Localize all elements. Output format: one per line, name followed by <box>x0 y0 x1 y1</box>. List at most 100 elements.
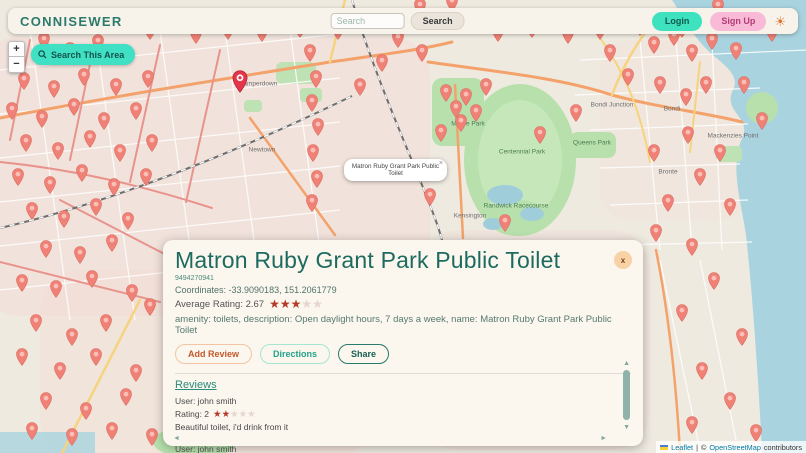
map-marker[interactable] <box>44 176 57 194</box>
map-marker[interactable] <box>686 416 699 434</box>
map-marker[interactable] <box>106 234 119 252</box>
map-marker[interactable] <box>676 304 689 322</box>
map-marker[interactable] <box>12 168 25 186</box>
map-marker[interactable] <box>26 202 39 220</box>
map-marker[interactable] <box>738 76 751 94</box>
leaflet-link[interactable]: Leaflet <box>671 443 693 452</box>
map-marker[interactable] <box>16 348 29 366</box>
map-marker[interactable] <box>306 94 319 112</box>
scroll-right-icon[interactable]: ► <box>600 435 607 442</box>
map-marker[interactable] <box>730 42 743 60</box>
map-marker[interactable] <box>40 392 53 410</box>
map-marker[interactable] <box>90 348 103 366</box>
map-marker[interactable] <box>724 198 737 216</box>
map-marker[interactable] <box>52 142 65 160</box>
map-marker[interactable] <box>76 164 89 182</box>
map-marker[interactable] <box>142 70 155 88</box>
map-marker[interactable] <box>424 188 437 206</box>
map-marker[interactable] <box>680 88 693 106</box>
map-marker[interactable] <box>470 104 483 122</box>
map-marker[interactable] <box>708 272 721 290</box>
map-marker[interactable] <box>48 80 61 98</box>
map-marker[interactable] <box>480 78 493 96</box>
map-marker[interactable] <box>435 124 448 142</box>
map-marker[interactable] <box>50 280 63 298</box>
map-marker[interactable] <box>108 178 121 196</box>
scroll-down-icon[interactable]: ▼ <box>623 424 630 431</box>
map-marker[interactable] <box>78 68 91 86</box>
map-marker[interactable] <box>106 422 119 440</box>
map-marker[interactable] <box>304 44 317 62</box>
map-marker[interactable] <box>66 328 79 346</box>
scroll-left-icon[interactable]: ◄ <box>173 435 180 442</box>
map-marker[interactable] <box>54 362 67 380</box>
theme-toggle-sun-icon[interactable]: ☀ <box>774 15 786 28</box>
map-marker[interactable] <box>86 270 99 288</box>
directions-button[interactable]: Directions <box>260 344 330 364</box>
zoom-in-button[interactable]: + <box>8 41 25 57</box>
card-close-button[interactable]: x <box>614 251 632 269</box>
map-marker[interactable] <box>416 44 429 62</box>
popup-close-icon[interactable]: × <box>439 160 443 167</box>
share-button[interactable]: Share <box>338 344 389 364</box>
map-marker[interactable] <box>736 328 749 346</box>
map-marker[interactable] <box>700 76 713 94</box>
map-marker[interactable] <box>312 118 325 136</box>
map-marker[interactable] <box>114 144 127 162</box>
vertical-scroll-thumb[interactable] <box>623 370 630 420</box>
scroll-up-icon[interactable]: ▲ <box>623 360 630 367</box>
map-marker[interactable] <box>6 102 19 120</box>
map-marker[interactable] <box>120 388 133 406</box>
signup-button[interactable]: Sign Up <box>710 12 766 31</box>
map-marker[interactable] <box>311 170 324 188</box>
map-marker[interactable] <box>648 36 661 54</box>
map-marker[interactable] <box>74 246 87 264</box>
map-marker[interactable] <box>80 402 93 420</box>
map-marker[interactable] <box>648 144 661 162</box>
map-marker[interactable] <box>650 224 663 242</box>
zoom-out-button[interactable]: − <box>8 57 25 73</box>
add-review-button[interactable]: Add Review <box>175 344 252 364</box>
map-marker[interactable] <box>126 284 139 302</box>
map-marker[interactable] <box>130 102 143 120</box>
map-marker[interactable] <box>310 70 323 88</box>
search-button[interactable]: Search <box>411 12 465 30</box>
selected-map-marker[interactable] <box>232 70 249 93</box>
map-marker[interactable] <box>98 112 111 130</box>
map-marker[interactable] <box>58 210 71 228</box>
map-marker[interactable] <box>694 168 707 186</box>
map-marker[interactable] <box>16 274 29 292</box>
map-marker[interactable] <box>30 314 43 332</box>
map-marker[interactable] <box>40 240 53 258</box>
map-marker[interactable] <box>724 392 737 410</box>
map-marker[interactable] <box>354 78 367 96</box>
map-marker[interactable] <box>84 130 97 148</box>
map-marker[interactable] <box>706 32 719 50</box>
map-marker[interactable] <box>455 114 468 132</box>
map-marker[interactable] <box>140 168 153 186</box>
map-marker[interactable] <box>662 194 675 212</box>
map-marker[interactable] <box>499 214 512 232</box>
map-marker[interactable] <box>654 76 667 94</box>
map-marker[interactable] <box>146 134 159 152</box>
search-this-area-button[interactable]: Search This Area <box>31 44 135 65</box>
map-marker[interactable] <box>686 238 699 256</box>
map-marker[interactable] <box>570 104 583 122</box>
map-marker[interactable] <box>307 144 320 162</box>
map-marker[interactable] <box>534 126 547 144</box>
map-marker[interactable] <box>68 98 81 116</box>
map-marker[interactable] <box>110 78 123 96</box>
map-marker[interactable] <box>144 298 157 316</box>
map-marker[interactable] <box>100 314 113 332</box>
map-marker[interactable] <box>146 428 159 446</box>
map-marker[interactable] <box>714 144 727 162</box>
map-marker[interactable] <box>750 424 763 442</box>
map-marker[interactable] <box>696 362 709 380</box>
map-marker[interactable] <box>682 126 695 144</box>
search-input[interactable] <box>331 13 405 29</box>
map-marker[interactable] <box>26 422 39 440</box>
map-marker[interactable] <box>36 110 49 128</box>
map-marker[interactable] <box>90 198 103 216</box>
reviews-list[interactable]: User: john smithRating: 2★★★★★Beautiful … <box>175 395 631 453</box>
map-marker[interactable] <box>376 54 389 72</box>
